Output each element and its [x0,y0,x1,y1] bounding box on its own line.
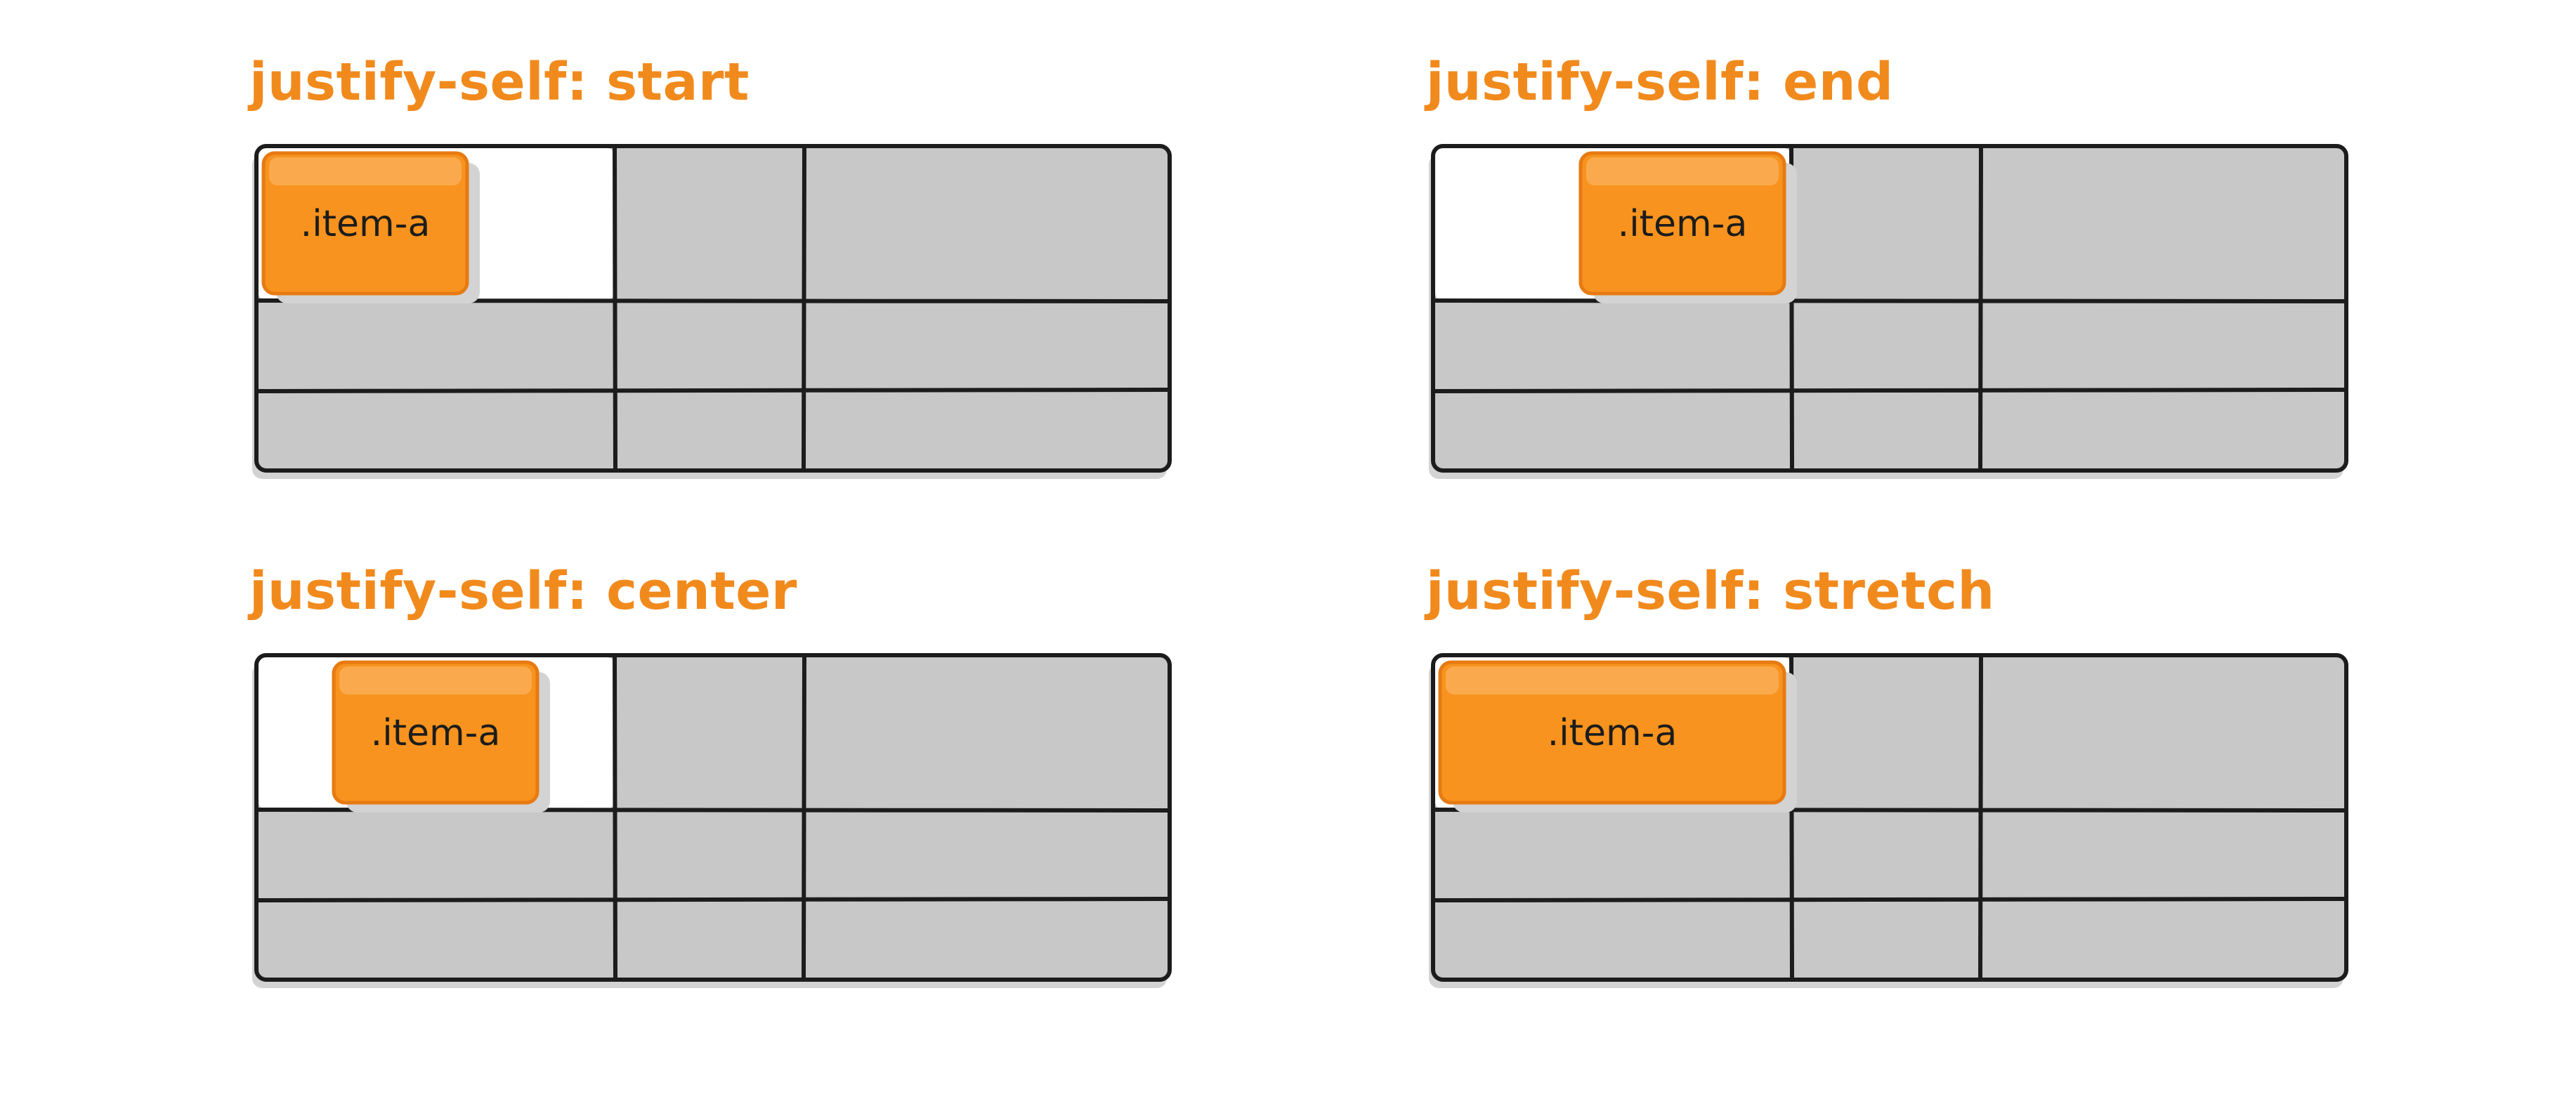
grid-item-a-label: .item-a [1618,203,1748,245]
grid-diagram: .item-a [252,144,1172,479]
grid-row-line [254,388,1172,393]
grid-item-a-highlight [1586,157,1779,185]
grid-item-a-label: .item-a [371,712,501,754]
grid-row-line [254,897,1172,902]
grid-diagram: .item-a [1429,144,2348,479]
panel-justify-self-center: justify-self: center .item-a [249,565,1177,1015]
grid-row-line [1431,897,2348,902]
panel-title: justify-self: stretch [1426,561,1995,622]
panel-justify-self-start: justify-self: start .item-a [249,56,1177,506]
panel-justify-self-end: justify-self: end .item-a [1426,56,2353,506]
panel-justify-self-stretch: justify-self: stretch .item-a [1426,565,2353,1015]
grid-diagram: .item-a [1429,653,2348,988]
panel-title: justify-self: center [249,561,797,622]
grid-row-line [1431,388,2348,393]
panel-title: justify-self: start [249,52,750,112]
panel-title: justify-self: end [1426,52,1894,112]
grid-diagram: .item-a [252,653,1172,988]
grid-item-a-highlight [1446,666,1779,695]
grid-item-a-highlight [339,666,532,695]
grid-item-a-label: .item-a [1548,712,1678,754]
grid-column-line [1978,653,1983,982]
grid-column-line [1978,144,1983,473]
grid-item-a-highlight [269,157,462,185]
grid-item-a-label: .item-a [301,203,431,245]
